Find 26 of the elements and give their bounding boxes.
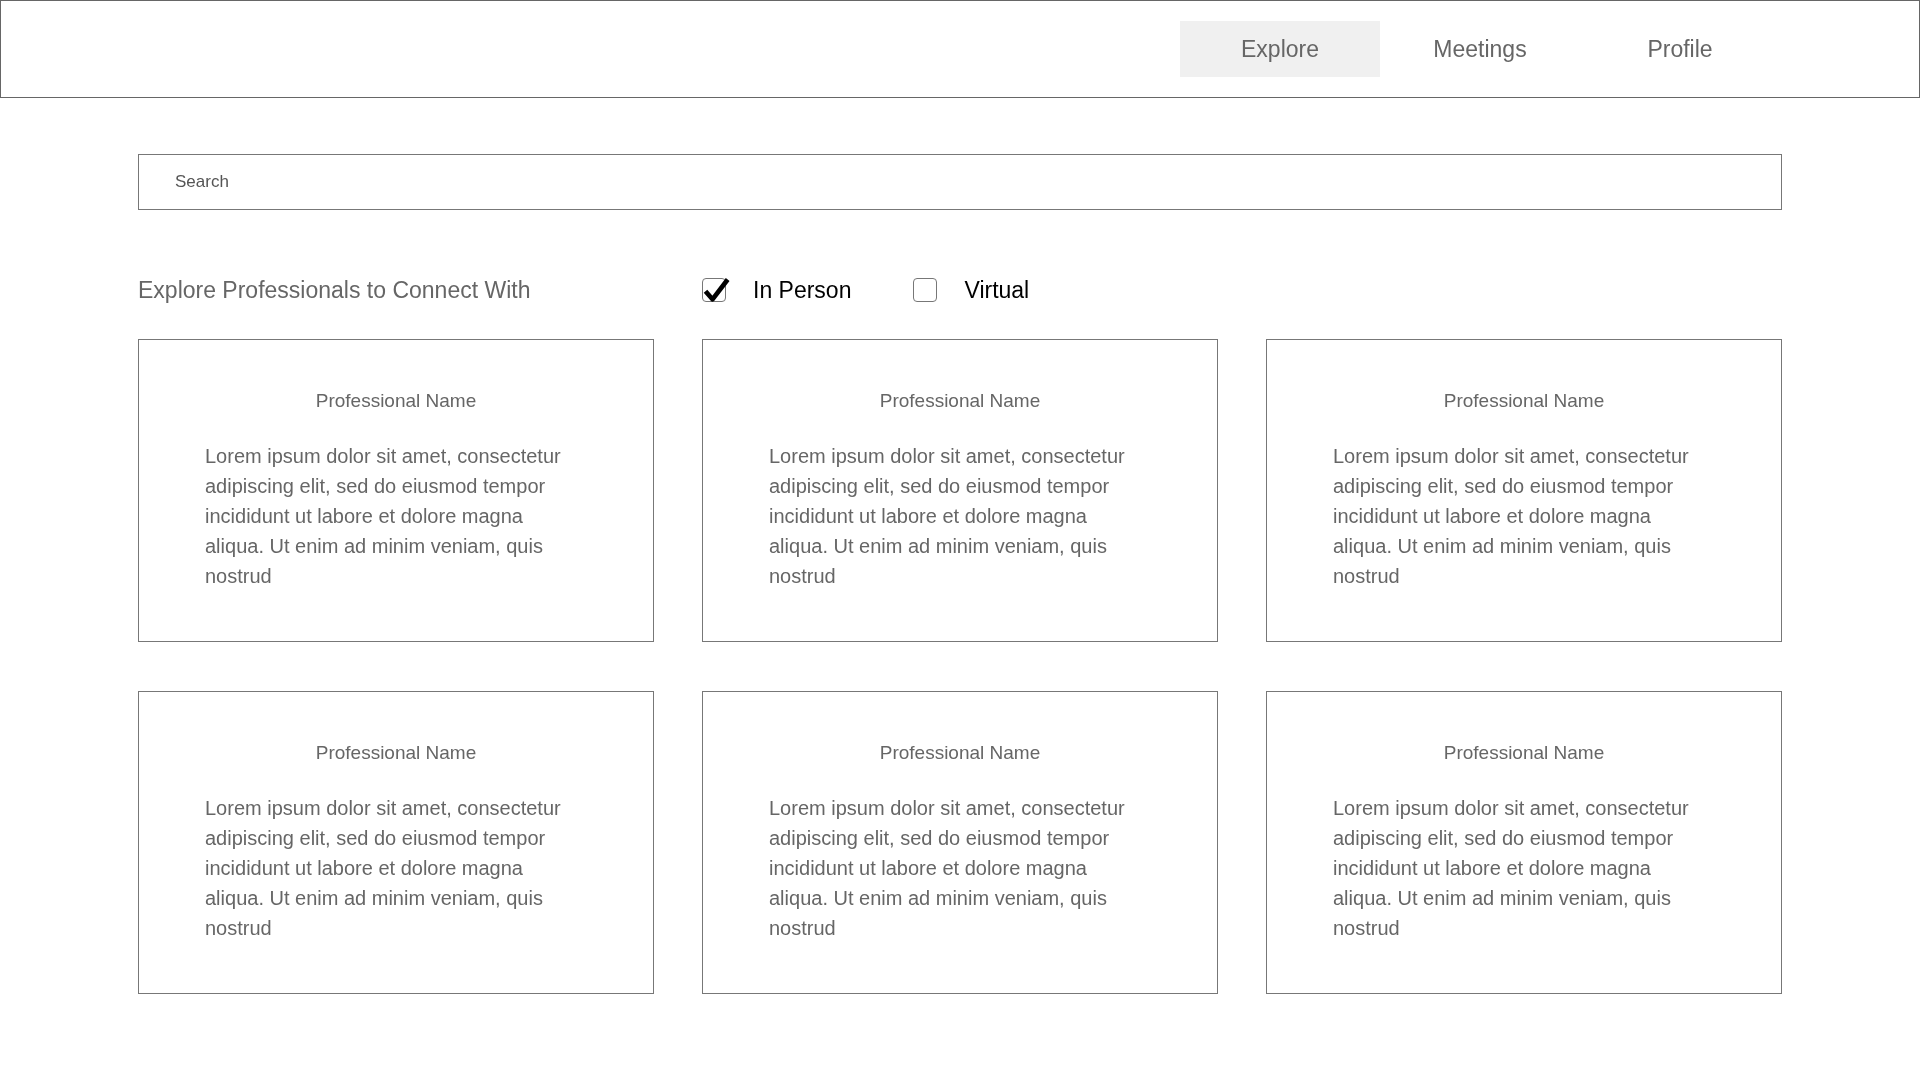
checkbox-label: In Person — [753, 275, 852, 305]
professional-card[interactable]: Professional Name Lorem ipsum dolor sit amet, consectetur adipiscing elit, sed do eiusmod tempor incididunt ut labore et dolore magna aliqua. Ut enim ad minim veniam, quis nostrud — [1266, 339, 1782, 642]
professional-description: Lorem ipsum dolor sit amet, consectetur adipiscing elit, sed do eiusmod tempor incididunt ut labore et dolore magna aliqua. Ut enim ad minim veniam, quis nostrud — [1333, 443, 1690, 589]
professional-description: Lorem ipsum dolor sit amet, consectetur adipiscing elit, sed do eiusmod tempor incididunt ut labore et dolore magna aliqua. Ut enim ad minim veniam, quis nostrud — [1333, 795, 1690, 941]
professional-name: Professional Name — [314, 389, 478, 413]
professional-card[interactable]: Professional Name Lorem ipsum dolor sit amet, consectetur adipiscing elit, sed do eiusmod tempor incididunt ut labore et dolore magna aliqua. Ut enim ad minim veniam, quis nostrud — [702, 691, 1218, 994]
professional-description: Lorem ipsum dolor sit amet, consectetur adipiscing elit, sed do eiusmod tempor incididunt ut labore et dolore magna aliqua. Ut enim ad minim veniam, quis nostrud — [769, 795, 1126, 941]
checkbox-label: Virtual — [964, 275, 1030, 305]
checkbox[interactable] — [913, 278, 938, 302]
professional-name: Professional Name — [878, 389, 1042, 413]
professional-card[interactable]: Professional Name Lorem ipsum dolor sit amet, consectetur adipiscing elit, sed do eiusmod tempor incididunt ut labore et dolore magna aliqua. Ut enim ad minim veniam, quis nostrud — [138, 691, 654, 994]
professional-card[interactable]: Professional Name Lorem ipsum dolor sit amet, consectetur adipiscing elit, sed do eiusmod tempor incididunt ut labore et dolore magna aliqua. Ut enim ad minim veniam, quis nostrud — [138, 339, 654, 642]
nav-tab[interactable]: Meetings — [1380, 21, 1580, 77]
professional-description: Lorem ipsum dolor sit amet, consectetur adipiscing elit, sed do eiusmod tempor incididunt ut labore et dolore magna aliqua. Ut enim ad minim veniam, quis nostrud — [769, 443, 1126, 589]
nav-tab[interactable]: Profile — [1580, 21, 1780, 77]
search-field[interactable]: Search — [138, 154, 1782, 210]
professional-name: Professional Name — [878, 741, 1042, 765]
section-heading: Explore Professionals to Connect With — [138, 275, 532, 305]
professional-name: Professional Name — [1442, 389, 1606, 413]
professional-name: Professional Name — [314, 741, 478, 765]
nav-tab[interactable]: Explore — [1180, 21, 1380, 77]
professional-description: Lorem ipsum dolor sit amet, consectetur adipiscing elit, sed do eiusmod tempor incididunt ut labore et dolore magna aliqua. Ut enim ad minim veniam, quis nostrud — [205, 443, 562, 589]
professional-name: Professional Name — [1442, 741, 1606, 765]
professional-card[interactable]: Professional Name Lorem ipsum dolor sit amet, consectetur adipiscing elit, sed do eiusmod tempor incididunt ut labore et dolore magna aliqua. Ut enim ad minim veniam, quis nostrud — [702, 339, 1218, 642]
professional-card[interactable]: Professional Name Lorem ipsum dolor sit amet, consectetur adipiscing elit, sed do eiusmod tempor incididunt ut labore et dolore magna aliqua. Ut enim ad minim veniam, quis nostrud — [1266, 691, 1782, 994]
professional-description: Lorem ipsum dolor sit amet, consectetur adipiscing elit, sed do eiusmod tempor incididunt ut labore et dolore magna aliqua. Ut enim ad minim veniam, quis nostrud — [205, 795, 562, 941]
